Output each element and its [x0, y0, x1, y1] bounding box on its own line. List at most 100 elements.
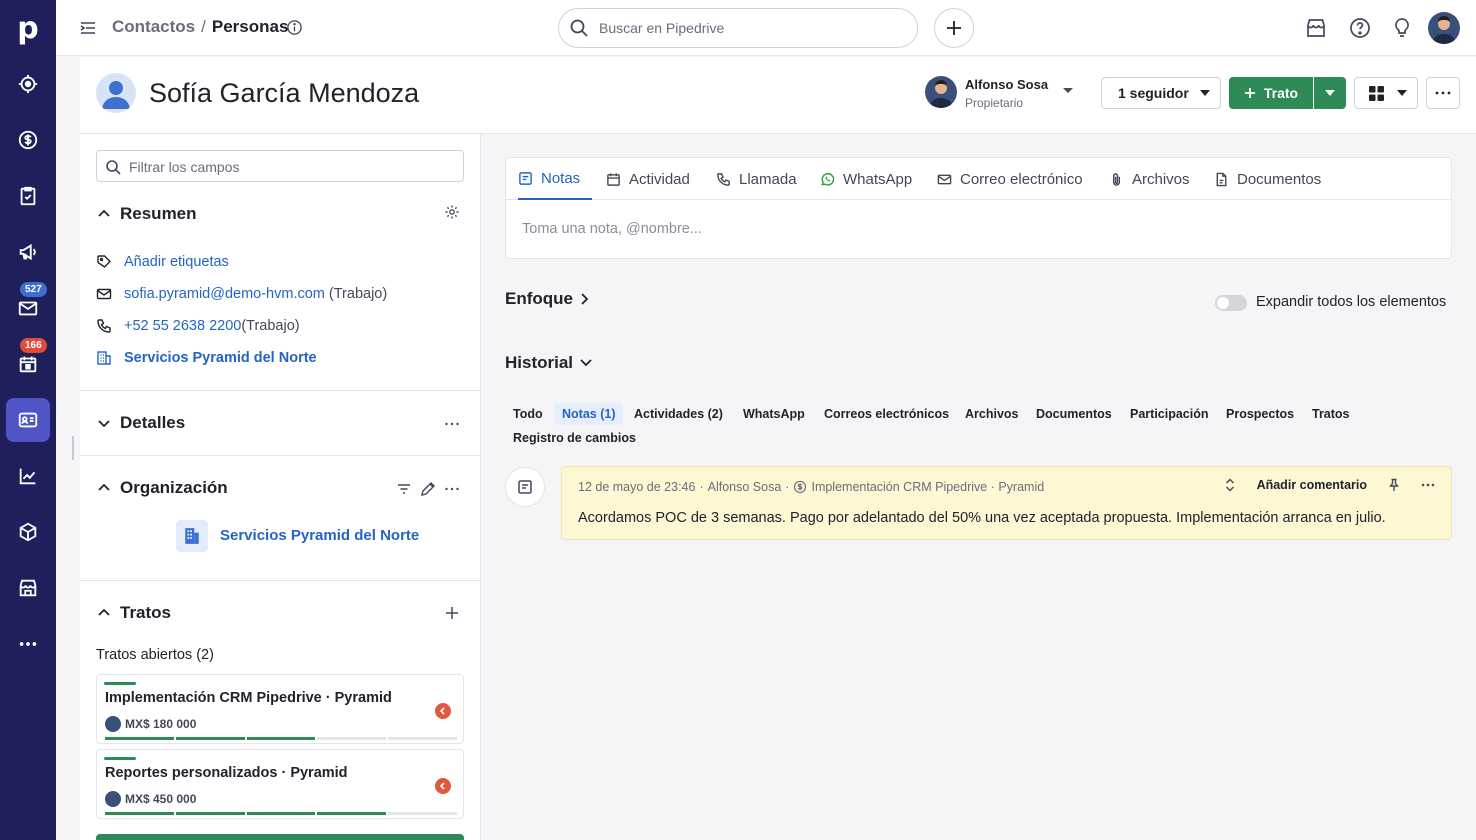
- history-filter-emails[interactable]: Correos electrónicos: [816, 403, 957, 425]
- collapse-menu-icon[interactable]: [78, 18, 98, 38]
- history-filter-activities[interactable]: Actividades (2): [626, 403, 731, 425]
- deals-footer-button[interactable]: [96, 834, 464, 840]
- deal-title[interactable]: Implementación CRM Pipedrive · Pyramid: [105, 690, 392, 706]
- owner-name[interactable]: Alfonso Sosa: [965, 77, 1048, 92]
- tab-notes[interactable]: Notas: [518, 158, 593, 200]
- phone-type: (Trabajo): [241, 318, 300, 334]
- note-icon: [519, 171, 532, 185]
- chevron-right-icon: [581, 293, 589, 305]
- deals-section-toggle[interactable]: Tratos: [96, 603, 171, 623]
- history-filter-files[interactable]: Archivos: [957, 403, 1027, 425]
- history-filter-documents[interactable]: Documentos: [1028, 403, 1120, 425]
- history-filter-deals[interactable]: Tratos: [1304, 403, 1358, 425]
- history-filter-whatsapp[interactable]: WhatsApp: [735, 403, 813, 425]
- nav-insights-icon[interactable]: [6, 454, 50, 498]
- history-filter-all[interactable]: Todo: [505, 403, 551, 425]
- note-input-placeholder[interactable]: Toma una nota, @nombre...: [522, 221, 702, 237]
- note-date: 12 de mayo de 23:46: [578, 480, 696, 494]
- chevron-up-icon: [98, 608, 110, 616]
- followers-button[interactable]: 1 seguidor: [1101, 77, 1221, 109]
- more-icon[interactable]: [444, 416, 460, 432]
- tab-files[interactable]: Archivos: [1109, 158, 1190, 200]
- nav-more-icon[interactable]: [6, 622, 50, 666]
- more-icon[interactable]: [444, 481, 460, 497]
- breadcrumb-contacts[interactable]: Contactos: [112, 17, 195, 36]
- organization-link[interactable]: Servicios Pyramid del Norte: [124, 350, 317, 366]
- deal-title[interactable]: Reportes personalizados · Pyramid: [105, 765, 348, 781]
- user-avatar[interactable]: [1428, 12, 1460, 44]
- deal-card[interactable]: Implementación CRM Pipedrive · Pyramid M…: [96, 674, 464, 744]
- deal-card[interactable]: Reportes personalizados · Pyramid MX$ 45…: [96, 749, 464, 819]
- add-comment-button[interactable]: Añadir comentario: [1257, 478, 1367, 492]
- plus-icon: [947, 21, 961, 35]
- organization-section-toggle[interactable]: Organización: [96, 478, 228, 498]
- add-deal-dropdown-button[interactable]: [1314, 77, 1346, 109]
- gear-icon[interactable]: [444, 204, 460, 220]
- more-options-button[interactable]: [1426, 77, 1460, 109]
- history-title: Historial: [505, 353, 574, 372]
- tab-label: Archivos: [1132, 170, 1190, 188]
- note-timeline-marker: [505, 467, 545, 507]
- tab-email[interactable]: Correo electrónico: [937, 158, 1083, 200]
- nav-contacts-icon[interactable]: [6, 398, 50, 442]
- pipedrive-logo[interactable]: p: [0, 0, 56, 56]
- summary-title: Resumen: [120, 204, 197, 223]
- chevron-down-icon: [1397, 90, 1407, 96]
- nav-marketplace-icon[interactable]: [6, 566, 50, 610]
- add-deal-button[interactable]: Trato: [1229, 77, 1313, 109]
- note-author[interactable]: Alfonso Sosa: [708, 480, 782, 494]
- nav-activities-icon[interactable]: [6, 174, 50, 218]
- filter-fields-input[interactable]: [129, 157, 449, 177]
- nav-products-icon[interactable]: [6, 510, 50, 554]
- lightbulb-icon[interactable]: [1390, 16, 1414, 40]
- marketplace-icon[interactable]: [1304, 16, 1328, 40]
- tab-whatsapp[interactable]: WhatsApp: [820, 158, 912, 200]
- expand-collapse-icon[interactable]: [1223, 478, 1237, 492]
- tab-activity[interactable]: Actividad: [606, 158, 690, 200]
- nav-campaigns-icon[interactable]: [6, 230, 50, 274]
- add-tags-link[interactable]: Añadir etiquetas: [124, 254, 229, 270]
- details-section-toggle[interactable]: Detalles: [96, 413, 185, 433]
- note-deal-link[interactable]: Implementación CRM Pipedrive · Pyramid: [811, 480, 1044, 494]
- pin-icon[interactable]: [1387, 478, 1401, 492]
- main-nav: p 527 166: [0, 0, 56, 840]
- note-card[interactable]: 12 de mayo de 23:46 · Alfonso Sosa · Imp…: [561, 466, 1452, 540]
- history-filter-notes[interactable]: Notas (1): [554, 403, 624, 425]
- email-link[interactable]: sofia.pyramid@demo-hvm.com: [124, 286, 325, 302]
- deal-value: MX$ 180 000: [125, 717, 197, 731]
- plus-icon[interactable]: [444, 605, 460, 621]
- chevron-up-icon: [98, 209, 110, 217]
- tab-documents[interactable]: Documentos: [1214, 158, 1321, 200]
- composer-tabs: Notas Actividad Llamada WhatsApp Correo …: [506, 158, 1451, 200]
- history-filter-leads[interactable]: Prospectos: [1218, 403, 1302, 425]
- resize-handle[interactable]: [72, 436, 76, 460]
- focus-section-toggle[interactable]: Enfoque: [505, 289, 591, 309]
- history-filter-participation[interactable]: Participación: [1122, 403, 1217, 425]
- search-input[interactable]: [599, 17, 899, 39]
- phone-link[interactable]: +52 55 2638 2200: [124, 318, 241, 334]
- organization-name-link[interactable]: Servicios Pyramid del Norte: [220, 527, 419, 544]
- tab-call[interactable]: Llamada: [716, 158, 797, 200]
- chevron-down-icon: [1200, 90, 1210, 96]
- building-icon: [185, 528, 199, 544]
- more-icon[interactable]: [1421, 478, 1435, 492]
- details-sidebar: Resumen Añadir etiquetas sofia.pyramid@d…: [80, 134, 481, 840]
- quick-add-button[interactable]: [934, 8, 974, 48]
- owner-role: Propietario: [965, 96, 1024, 110]
- divider: [80, 390, 480, 391]
- info-icon[interactable]: [286, 19, 303, 36]
- nav-leads-icon[interactable]: [6, 62, 50, 106]
- view-layout-button[interactable]: [1354, 77, 1418, 109]
- owner-dropdown-icon[interactable]: [1062, 87, 1074, 95]
- history-filter-changelog[interactable]: Registro de cambios: [505, 427, 644, 449]
- person-name[interactable]: Sofía García Mendoza: [149, 78, 419, 109]
- nav-deals-icon[interactable]: [6, 118, 50, 162]
- expand-all-toggle[interactable]: [1215, 295, 1247, 311]
- history-section-toggle[interactable]: Historial: [505, 353, 593, 373]
- summary-section-toggle[interactable]: Resumen: [96, 204, 197, 224]
- chevron-down-icon: [98, 420, 110, 428]
- edit-icon[interactable]: [420, 481, 436, 497]
- open-deals-label: Tratos abiertos (2): [96, 647, 214, 663]
- filter-icon[interactable]: [396, 481, 412, 497]
- help-icon[interactable]: [1348, 16, 1372, 40]
